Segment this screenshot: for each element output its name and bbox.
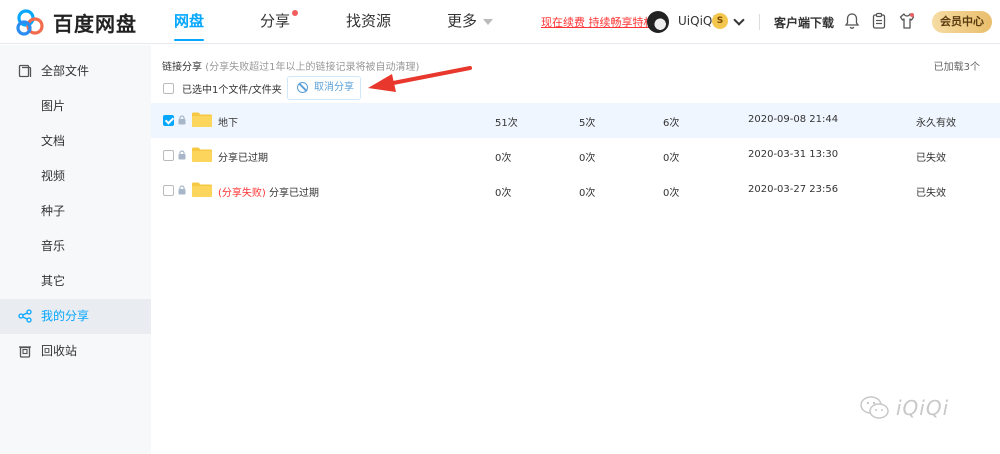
sidebar: 全部文件 图片 文档 视频 种子 音乐 其它 我的分享 回收站 (0, 45, 151, 454)
row-checkbox[interactable] (163, 185, 174, 196)
nav-more[interactable]: 更多 (435, 0, 505, 44)
all-files-icon (18, 64, 32, 78)
table-row[interactable]: 分享已过期 0次 0次 0次 2020-03-31 13:30 已失效 (151, 138, 1000, 173)
nav-find-resources[interactable]: 找资源 (334, 0, 403, 44)
share-time: 2020-03-27 23:56 (748, 184, 839, 195)
selected-count: 已选中1个文件/文件夹 (182, 85, 282, 96)
main-content: 链接分享 (分享失败超过1年以上的链接记录将被自动清理) 已加载3个 已选中1个… (151, 45, 1000, 454)
sidebar-item-label: 我的分享 (41, 309, 90, 323)
file-name-text: 分享已过期 (269, 188, 319, 199)
cancel-share-button[interactable]: 取消分享 (287, 76, 361, 100)
table-row[interactable]: (分享失败) 分享已过期 0次 0次 0次 2020-03-27 23:56 已… (151, 173, 1000, 208)
nav-share[interactable]: 分享 (248, 0, 302, 44)
baidu-netdisk-logo-icon (16, 8, 44, 36)
wechat-icon (860, 396, 889, 419)
watermark-text: iQiQi (896, 396, 950, 420)
sidebar-item-label: 图片 (41, 99, 66, 113)
nav-find-resources-label: 找资源 (346, 12, 392, 30)
logo-text: 百度网盘 (53, 12, 137, 36)
lock-icon (178, 115, 186, 125)
saves-count: 0次 (579, 153, 596, 164)
sidebar-item-torrents[interactable]: 种子 (0, 194, 151, 229)
file-name[interactable]: (分享失败) 分享已过期 (218, 184, 319, 199)
sidebar-item-label: 种子 (41, 204, 66, 218)
row-checkbox[interactable] (163, 150, 174, 161)
lock-icon (178, 150, 186, 160)
share-failed-tag: (分享失败) (218, 188, 266, 199)
sidebar-item-other[interactable]: 其它 (0, 264, 151, 299)
logo[interactable]: 百度网盘 (15, 8, 137, 37)
sidebar-item-all-files[interactable]: 全部文件 (0, 54, 151, 89)
loaded-count: 已加载3个 (933, 62, 980, 73)
divider (759, 14, 760, 30)
clipboard-icon[interactable] (871, 12, 887, 30)
share-status: 已失效 (916, 188, 946, 199)
share-time: 2020-03-31 13:30 (748, 149, 839, 160)
downloads-count: 6次 (663, 118, 680, 129)
user-menu-chevron-icon[interactable] (733, 14, 745, 26)
watermark: iQiQi (860, 395, 949, 421)
row-checkbox[interactable] (163, 115, 174, 126)
share-time: 2020-09-08 21:44 (748, 114, 839, 125)
share-status: 永久有效 (916, 118, 956, 129)
saves-count: 5次 (579, 118, 596, 129)
downloads-count: 0次 (663, 153, 680, 164)
sidebar-item-my-shares[interactable]: 我的分享 (0, 299, 151, 334)
sidebar-item-label: 文档 (41, 134, 66, 148)
page-title-text: 链接分享 (162, 62, 202, 73)
sidebar-item-images[interactable]: 图片 (0, 89, 151, 124)
trash-icon (19, 346, 31, 358)
annotation-arrow-icon (368, 66, 472, 92)
nav-more-label: 更多 (447, 12, 478, 30)
sidebar-item-videos[interactable]: 视频 (0, 159, 151, 194)
client-download-link[interactable]: 客户端下载 (774, 14, 834, 31)
sidebar-item-recycle-bin[interactable]: 回收站 (0, 334, 151, 369)
views-count: 0次 (495, 188, 512, 199)
folder-icon (192, 182, 212, 197)
notification-dot (292, 10, 299, 16)
main-nav: 网盘 分享 找资源 更多 (162, 0, 537, 44)
sidebar-item-music[interactable]: 音乐 (0, 229, 151, 264)
select-all-checkbox[interactable] (163, 83, 174, 94)
share-icon (18, 309, 32, 323)
vip-center-button[interactable]: 会员中心 (932, 11, 992, 33)
avatar[interactable] (647, 11, 669, 33)
lock-icon (178, 185, 186, 195)
ban-icon (297, 82, 308, 93)
downloads-count: 0次 (663, 188, 680, 199)
sidebar-item-label: 回收站 (41, 344, 78, 358)
nav-netdisk-label: 网盘 (174, 12, 205, 30)
cancel-share-label: 取消分享 (314, 82, 354, 93)
sidebar-item-label: 视频 (41, 169, 66, 183)
sidebar-item-label: 全部文件 (41, 64, 90, 78)
tshirt-icon[interactable] (899, 12, 915, 30)
nav-netdisk[interactable]: 网盘 (162, 0, 216, 44)
file-name-text: 分享已过期 (218, 153, 268, 164)
sidebar-item-label: 其它 (41, 274, 66, 288)
username[interactable]: UiQiQi (678, 14, 716, 28)
chevron-down-icon (483, 18, 494, 25)
views-count: 0次 (495, 153, 512, 164)
top-bar: 百度网盘 网盘 分享 找资源 更多 现在续费 持续畅享特权 UiQiQi S 客… (0, 0, 1000, 44)
views-count: 51次 (495, 118, 518, 129)
file-name[interactable]: 地下 (218, 114, 238, 129)
folder-icon (192, 147, 212, 162)
file-name[interactable]: 分享已过期 (218, 149, 268, 164)
table-row[interactable]: 地下 51次 5次 6次 2020-09-08 21:44 永久有效 (151, 103, 1000, 138)
share-status: 已失效 (916, 153, 946, 164)
folder-icon (192, 112, 212, 127)
renew-link[interactable]: 现在续费 持续畅享特权 (541, 14, 655, 30)
vip-badge: S (712, 13, 728, 29)
nav-share-label: 分享 (260, 12, 291, 30)
sidebar-item-label: 音乐 (41, 239, 66, 253)
saves-count: 0次 (579, 188, 596, 199)
file-name-text: 地下 (218, 118, 238, 129)
selection-bar: 已选中1个文件/文件夹 (163, 81, 282, 96)
sidebar-item-documents[interactable]: 文档 (0, 124, 151, 159)
bell-icon[interactable] (844, 12, 860, 30)
